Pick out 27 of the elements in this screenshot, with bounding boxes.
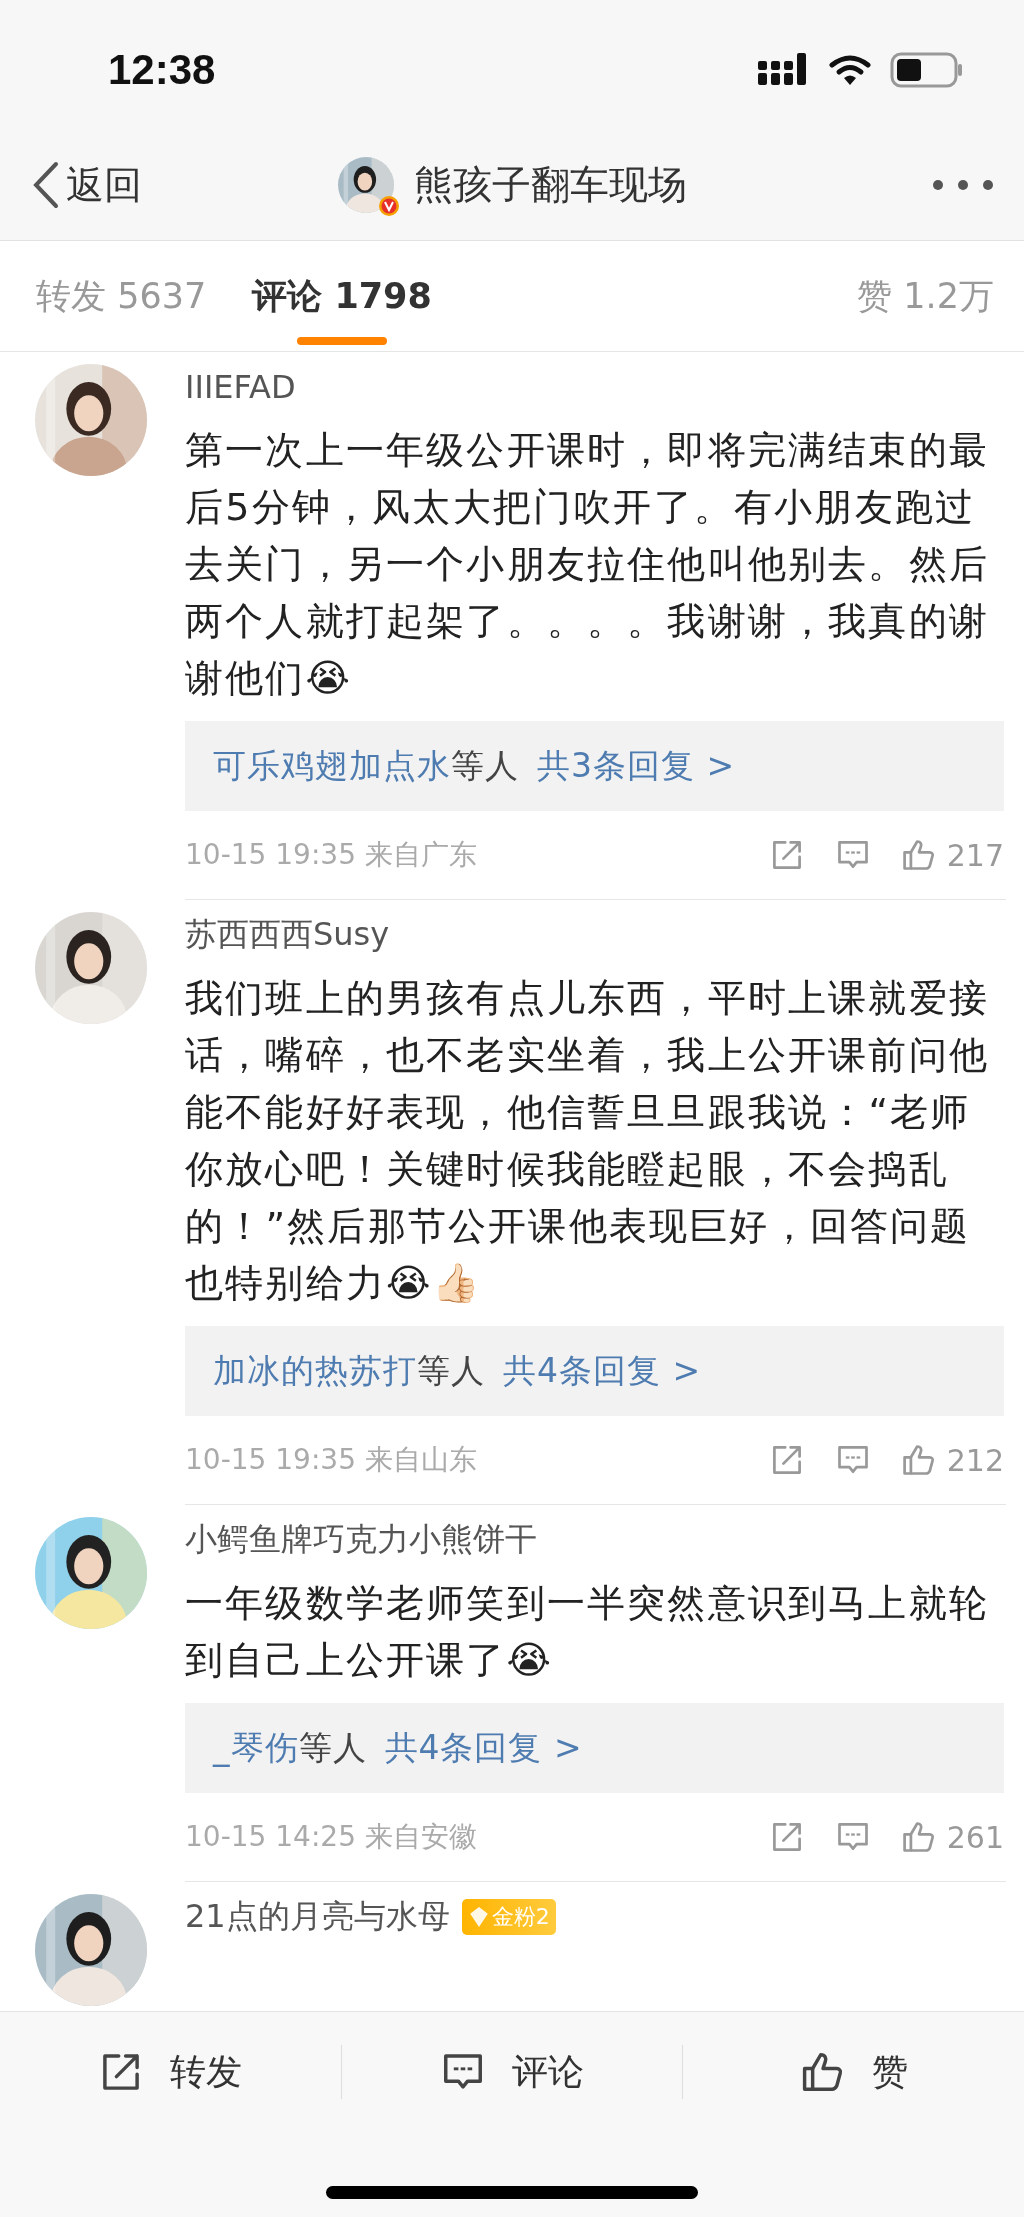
user-name[interactable]: IIIEFAD xyxy=(185,368,296,406)
thumbs-up-icon[interactable] xyxy=(900,837,937,873)
thumbs-up-icon[interactable] xyxy=(900,1442,937,1478)
battery-icon xyxy=(890,52,964,88)
tab[interactable]: 评论 1798 xyxy=(252,241,432,351)
replies-link[interactable]: _琴伤等人 共4条回复 > xyxy=(185,1703,1004,1793)
status-time: 12:38 xyxy=(108,46,217,94)
wifi-icon xyxy=(828,53,872,87)
page-title: 熊孩子翻车现场 xyxy=(413,161,687,209)
comment-text: 我们班上的男孩有点儿东西，平时上课就爱接话，嘴碎，也不老实坐着，我上公开课前问他能不能好好表现，他信誓旦旦跟我说：“老师你放心吧！关键时候我能瞪起眼，不会捣乱的！”然后那节公开课他表现巨好，回答问题也特别给力😭👍🏻 xyxy=(185,976,989,1305)
comment-meta: 10-15 19:35 来自广东 xyxy=(185,837,478,873)
user-name[interactable]: 苏西西西Susy xyxy=(185,913,390,957)
more-icon[interactable] xyxy=(932,179,994,191)
thumbs-up-icon[interactable] xyxy=(900,1819,937,1855)
back-button[interactable]: 返回 xyxy=(30,159,230,211)
action-button[interactable]: 转发 xyxy=(0,2046,341,2098)
replies-link[interactable]: 加冰的热苏打等人 共4条回复 > xyxy=(185,1326,1004,1416)
user-name[interactable]: 小鳄鱼牌巧克力小熊饼干 xyxy=(185,1518,537,1562)
comment-meta: 10-15 19:35 来自山东 xyxy=(185,1442,478,1478)
action-button[interactable]: 赞 xyxy=(683,2046,1024,2098)
comment-meta: 10-15 14:25 来自安徽 xyxy=(185,1819,478,1855)
comment-text: 第一次上一年级公开课时，即将完满结束的最后5分钟，风太大把门吹开了。有小朋友跑过去关门，另一个小朋友拉住他叫他别去。然后两个人就打起架了。。。。我谢谢，我真的谢谢他们😭 xyxy=(185,428,989,700)
action-button[interactable]: 评论 xyxy=(341,2046,683,2098)
replies-link[interactable]: 可乐鸡翅加点水等人 共3条回复 > xyxy=(185,721,1004,811)
user-name[interactable]: 21点的月亮与水母 xyxy=(185,1895,450,1939)
comment-text: 一年级数学老师笑到一半突然意识到马上就轮到自己上公开课了😭 xyxy=(185,1581,989,1682)
fan-badge: 金粉2 xyxy=(461,1899,556,1935)
